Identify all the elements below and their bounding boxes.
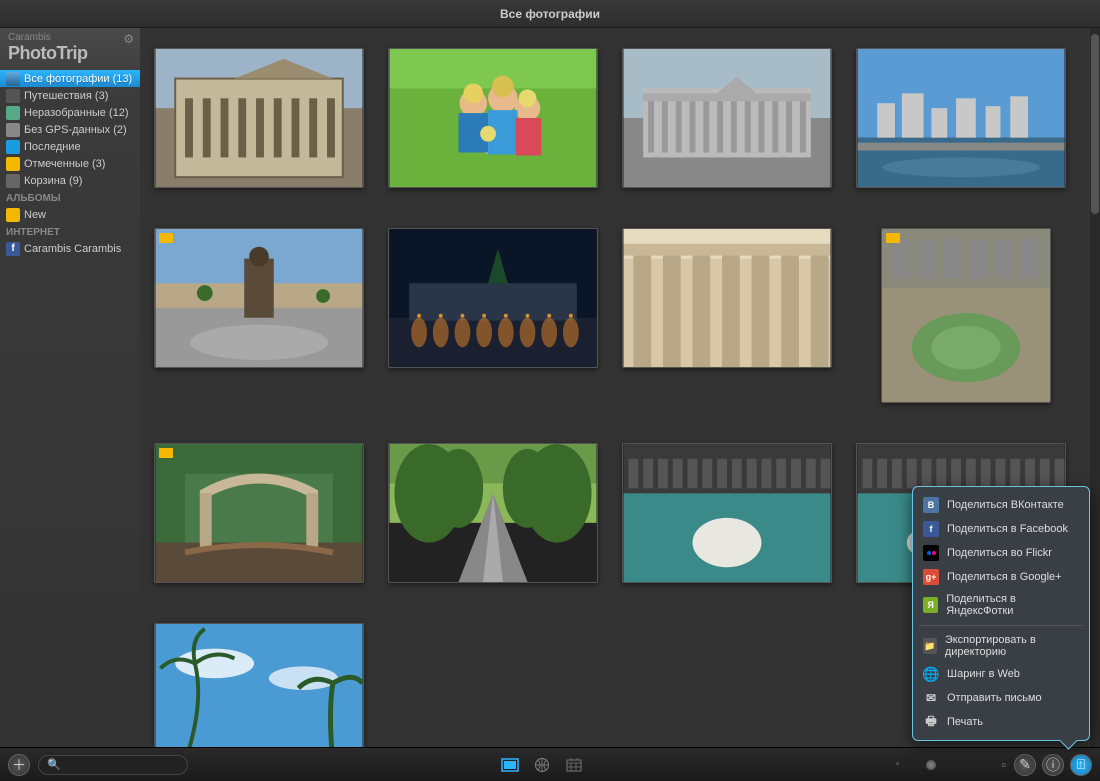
folder-icon: 📁	[923, 638, 937, 654]
sidebar-item-label: Последние	[24, 141, 134, 153]
view-globe-button[interactable]	[532, 756, 552, 774]
vk-icon: B	[923, 497, 939, 513]
travel-icon	[6, 89, 20, 103]
sidebar-item-label: Корзина (9)	[24, 175, 134, 187]
share-menu: B Поделиться ВКонтакте f Поделиться в Faceb…	[912, 486, 1090, 741]
scrollbar-thumb[interactable]	[1091, 34, 1099, 214]
share-menu-item-fb2[interactable]: f Поделиться в Facebook	[913, 517, 1089, 541]
photo-thumbnail[interactable]	[881, 228, 1051, 403]
share-menu-label: Поделиться во Flickr	[947, 547, 1052, 559]
share-menu-item-folder[interactable]: 📁 Экспортировать в директорию	[913, 630, 1089, 662]
app-logo: Carambis PhotoTrip ⚙	[0, 28, 140, 70]
print-icon: 🖶	[923, 714, 939, 730]
photo-thumbnail[interactable]	[154, 48, 364, 188]
search-input[interactable]: 🔍	[38, 755, 188, 775]
share-menu-item-vk[interactable]: B Поделиться ВКонтакте	[913, 493, 1089, 517]
flickr-icon	[923, 545, 939, 561]
share-menu-item-gplus[interactable]: g+ Поделиться в Google+	[913, 565, 1089, 589]
web-icon: 🌐	[923, 666, 939, 682]
menu-divider	[919, 625, 1083, 626]
bottom-toolbar: ＋ 🔍 ▫ ▫ ✎ ⓘ ⍐	[0, 747, 1100, 781]
sidebar-item-unsorted[interactable]: Неразобранные (12)	[0, 104, 140, 121]
photo-thumbnail[interactable]	[856, 48, 1066, 188]
sidebar-item-recent[interactable]: Последние	[0, 138, 140, 155]
photo-thumbnail[interactable]	[154, 228, 364, 368]
mail-icon: ✉	[923, 690, 939, 706]
share-menu-item-flickr[interactable]: Поделиться во Flickr	[913, 541, 1089, 565]
flagged-icon	[6, 157, 20, 171]
photo-thumbnail[interactable]	[388, 228, 598, 368]
zoom-in-icon[interactable]: ▫	[1001, 757, 1006, 772]
flag-icon	[159, 233, 173, 243]
sidebar-item-nogps[interactable]: Без GPS-данных (2)	[0, 121, 140, 138]
share-menu-label: Поделиться ВКонтакте	[947, 499, 1064, 511]
trash-icon	[6, 174, 20, 188]
albums-header: АЛЬБОМЫ	[0, 189, 140, 206]
logo-title: PhotoTrip	[8, 43, 132, 64]
gplus-icon: g+	[923, 569, 939, 585]
photo-thumbnail[interactable]	[154, 443, 364, 583]
share-menu-label: Поделиться в ЯндексФотки	[946, 593, 1079, 617]
sidebar-item-label: Все фотографии (13)	[24, 73, 134, 85]
photo-thumbnail[interactable]	[388, 443, 598, 583]
sidebar-item-album[interactable]: New	[0, 206, 140, 223]
photo-thumbnail[interactable]	[388, 48, 598, 188]
sidebar-item-allphotos[interactable]: Все фотографии (13)	[0, 70, 140, 87]
unsorted-icon	[6, 106, 20, 120]
add-button[interactable]: ＋	[8, 754, 30, 776]
share-menu-label: Отправить письмо	[947, 692, 1042, 704]
info-button[interactable]: ⓘ	[1042, 754, 1064, 776]
allphotos-icon	[6, 72, 20, 86]
zoom-slider[interactable]: ▫ ▫	[896, 757, 1006, 772]
edit-button[interactable]: ✎	[1014, 754, 1036, 776]
album-icon	[6, 208, 20, 222]
nogps-icon	[6, 123, 20, 137]
share-menu-label: Печать	[947, 716, 983, 728]
flag-icon	[159, 448, 173, 458]
sidebar-item-label: Отмеченные (3)	[24, 158, 134, 170]
view-calendar-button[interactable]	[564, 756, 584, 774]
page-title: Все фотографии	[500, 7, 600, 21]
photo-thumbnail[interactable]	[622, 228, 832, 368]
internet-header: ИНТЕРНЕТ	[0, 223, 140, 240]
share-menu-label: Поделиться в Google+	[947, 571, 1062, 583]
zoom-out-icon[interactable]: ▫	[896, 759, 900, 770]
settings-icon[interactable]: ⚙	[123, 32, 134, 46]
fb2-icon: f	[923, 521, 939, 537]
photo-thumbnail[interactable]	[154, 623, 364, 747]
sidebar-item-label: Неразобранные (12)	[24, 107, 134, 119]
logo-supertitle: Carambis	[8, 32, 132, 43]
sidebar-item-label: New	[24, 209, 134, 221]
share-menu-item-web[interactable]: 🌐 Шаринг в Web	[913, 662, 1089, 686]
share-button[interactable]: ⍐	[1070, 754, 1092, 776]
flag-icon	[886, 233, 900, 243]
search-icon: 🔍	[47, 758, 61, 771]
sidebar-item-label: Без GPS-данных (2)	[24, 124, 134, 136]
share-menu-label: Поделиться в Facebook	[947, 523, 1068, 535]
scrollbar[interactable]	[1090, 28, 1100, 747]
zoom-track[interactable]	[905, 763, 995, 767]
share-menu-item-print[interactable]: 🖶 Печать	[913, 710, 1089, 734]
sidebar: Carambis PhotoTrip ⚙ Все фотографии (13)…	[0, 28, 140, 747]
sidebar-item-label: Путешествия (3)	[24, 90, 134, 102]
photo-thumbnail[interactable]	[622, 48, 832, 188]
share-menu-item-mail[interactable]: ✉ Отправить письмо	[913, 686, 1089, 710]
share-menu-label: Экспортировать в директорию	[945, 634, 1079, 658]
share-menu-label: Шаринг в Web	[947, 668, 1020, 680]
header-bar: Все фотографии	[0, 0, 1100, 28]
share-menu-item-yandex[interactable]: Я Поделиться в ЯндексФотки	[913, 589, 1089, 621]
view-grid-button[interactable]	[500, 756, 520, 774]
fb-icon: f	[6, 242, 20, 256]
recent-icon	[6, 140, 20, 154]
sidebar-item-trash[interactable]: Корзина (9)	[0, 172, 140, 189]
sidebar-item-fb[interactable]: f Carambis Carambis	[0, 240, 140, 257]
sidebar-item-travel[interactable]: Путешествия (3)	[0, 87, 140, 104]
photo-thumbnail[interactable]	[622, 443, 832, 583]
sidebar-item-flagged[interactable]: Отмеченные (3)	[0, 155, 140, 172]
view-mode-switcher	[500, 756, 584, 774]
zoom-knob[interactable]	[925, 759, 937, 771]
sidebar-item-label: Carambis Carambis	[24, 243, 134, 255]
yandex-icon: Я	[923, 597, 938, 613]
